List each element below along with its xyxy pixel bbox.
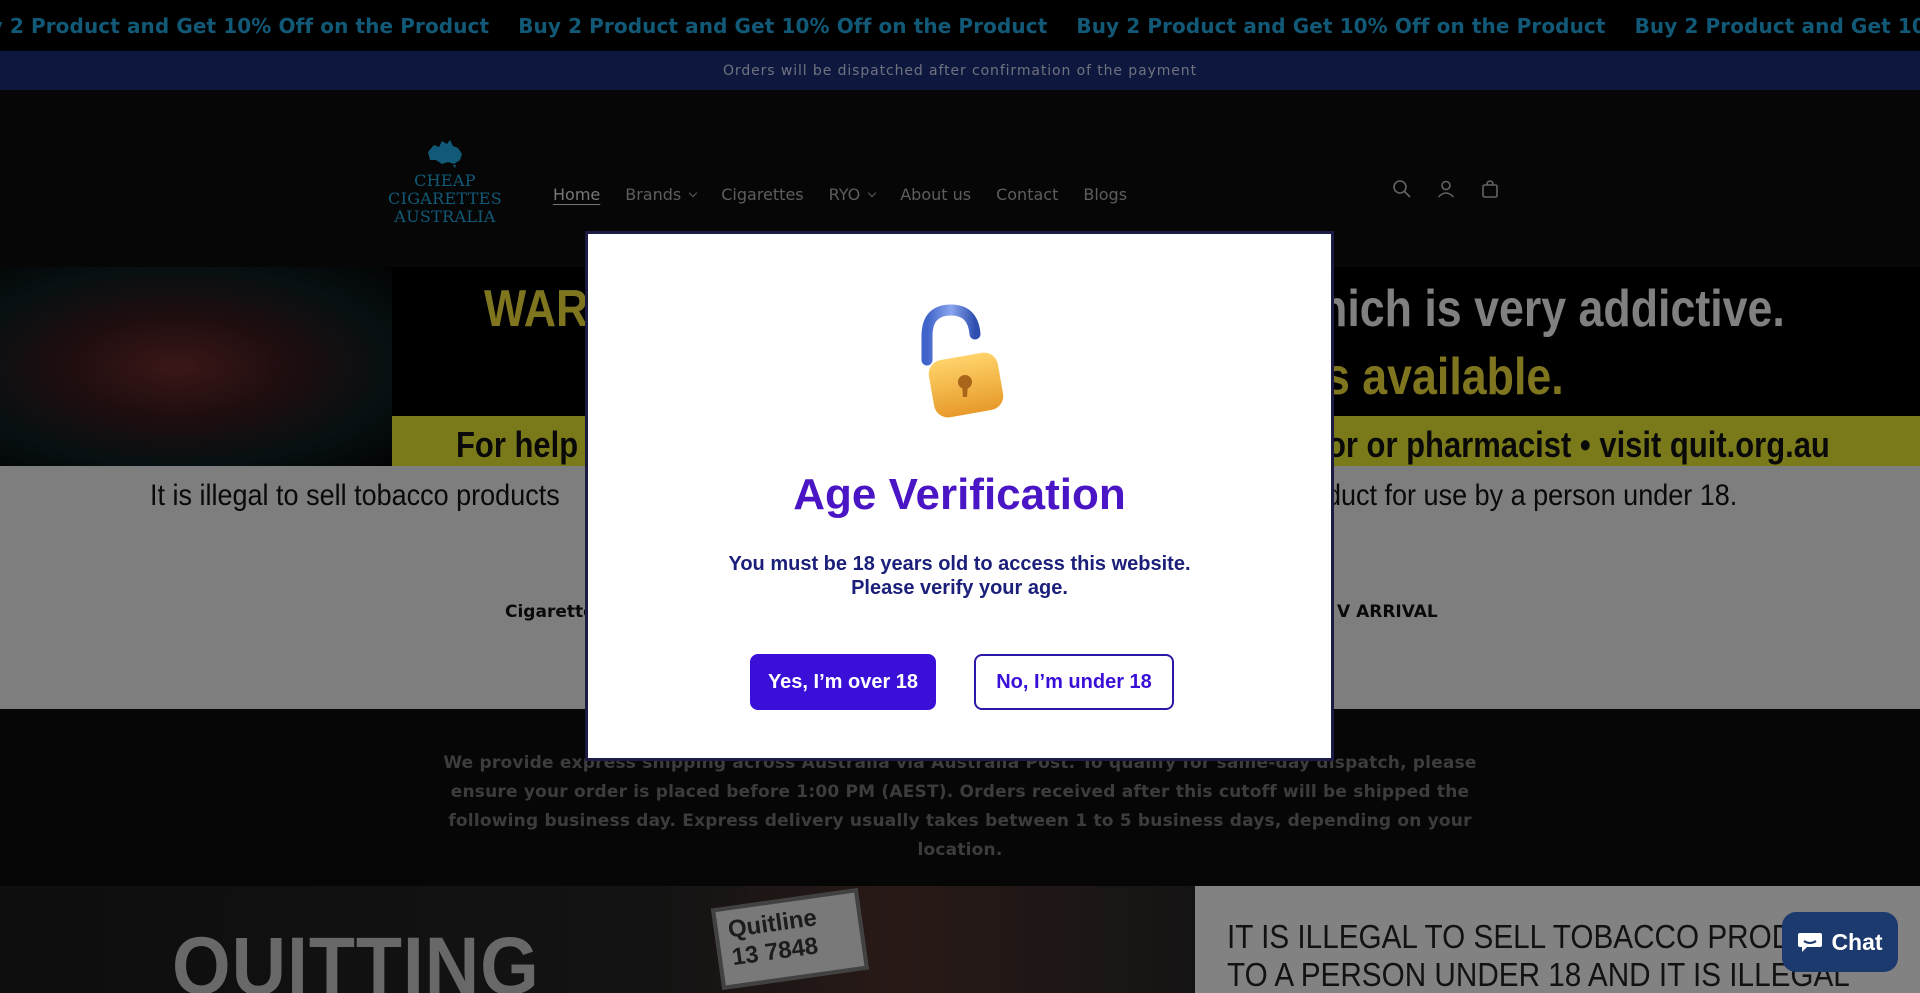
unlocked-padlock-icon: [921, 304, 1004, 418]
age-verification-modal: Age Verification You must be 18 years ol…: [585, 231, 1334, 761]
chat-label: Chat: [1831, 928, 1883, 955]
modal-message: You must be 18 years old to access this …: [588, 552, 1331, 600]
chat-bubble-icon: [1798, 933, 1823, 952]
modal-line: You must be 18 years old to access this …: [728, 553, 1191, 575]
page: Buy 2 Product and Get 10% Off on the Pro…: [0, 0, 1920, 993]
under-18-button[interactable]: No, I’m under 18: [974, 654, 1174, 710]
over-18-button[interactable]: Yes, I’m over 18: [750, 654, 936, 710]
modal-line: Please verify your age.: [851, 577, 1068, 599]
chat-button[interactable]: Chat: [1782, 912, 1898, 972]
modal-title: Age Verification: [793, 470, 1126, 519]
